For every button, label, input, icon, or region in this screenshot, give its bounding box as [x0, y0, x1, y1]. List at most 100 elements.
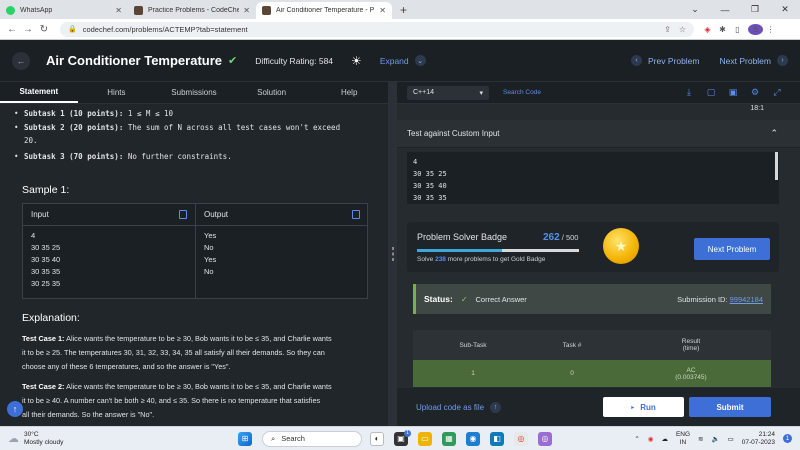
tab-title: Air Conditioner Temperature - P… [276, 7, 376, 14]
theme-toggle-sun-icon[interactable]: ☀ [351, 54, 362, 68]
chevron-right-icon[interactable]: › [777, 55, 788, 66]
custom-input-header[interactable]: Test against Custom Input ⌃ [397, 120, 800, 148]
browser-tab-problem[interactable]: Air Conditioner Temperature - P… ✕ [256, 2, 392, 19]
close-window-icon[interactable]: ✕ [770, 4, 800, 15]
windows-start-icon[interactable]: ⊞ [238, 431, 252, 446]
window-controls: ⌄ — ❐ ✕ [680, 0, 800, 19]
fullscreen-icon[interactable]: ⤢ [766, 87, 788, 98]
minimize-icon[interactable]: — [710, 5, 740, 15]
upload-icon: ↑ [490, 401, 502, 413]
next-problem-link[interactable]: Next Problem [720, 56, 772, 66]
extension-icon[interactable]: ◈ [700, 25, 715, 34]
codechef-icon [262, 6, 271, 15]
back-arrow-icon[interactable]: ← [12, 51, 30, 70]
custom-input-scrollbar[interactable] [775, 152, 778, 180]
cloud-sync-icon[interactable]: ☁ [661, 435, 668, 443]
tab-statement[interactable]: Statement [0, 82, 78, 103]
tab-search-icon[interactable]: ⌄ [680, 4, 710, 15]
chevron-left-icon[interactable]: ‹ [631, 55, 642, 66]
reload-icon[interactable]: ↻ [36, 24, 52, 35]
chrome-profile-icon[interactable]: ◎ [538, 431, 552, 446]
next-problem-button[interactable]: Next Problem [694, 238, 770, 260]
panel-resize-handle[interactable] [388, 82, 397, 426]
problem-title: Air Conditioner Temperature [46, 53, 223, 68]
close-icon[interactable]: ✕ [379, 6, 386, 15]
custom-input-textarea[interactable]: 4 30 35 25 30 35 40 30 35 35 [407, 152, 779, 204]
cloud-icon: ☁ [8, 433, 19, 445]
language-select[interactable]: C++14 ▾ [407, 85, 489, 100]
badge-title: Problem Solver Badge [417, 232, 508, 242]
antivirus-icon[interactable]: ◉ [648, 435, 654, 443]
edge-icon[interactable]: ◉ [466, 431, 480, 446]
sample-output-column: Output Yes No Yes No [196, 204, 368, 298]
new-tab-button[interactable]: + [392, 3, 415, 19]
statement-panel: Subtask 1 (10 points): 1 ≤ M ≤ 10 Subtas… [0, 104, 388, 426]
share-icon[interactable]: ⇪ [664, 25, 671, 34]
taskbar-search[interactable]: ⌕ Search [262, 430, 362, 447]
run-button[interactable]: ▸ Run [603, 397, 684, 417]
tab-hints[interactable]: Hints [78, 82, 156, 103]
browser-tab-practice[interactable]: Practice Problems - CodeChef ✕ [128, 2, 256, 19]
tab-submissions[interactable]: Submissions [155, 82, 233, 103]
submission-id-link[interactable]: 99942184 [730, 295, 763, 304]
cursor-position: 18:1 [750, 105, 764, 112]
puzzle-icon[interactable]: ✱ [715, 25, 730, 34]
store-icon[interactable]: ▦ [442, 431, 456, 446]
search-code-link[interactable]: Search Code [503, 89, 541, 96]
teams-icon[interactable]: ▣ 1 [394, 429, 411, 446]
settings-gear-icon[interactable]: ⚙ [744, 87, 766, 98]
sample-output: Yes No Yes No [204, 231, 217, 276]
download-icon[interactable]: ⤓ [678, 87, 700, 98]
weather-widget[interactable]: ☁ 30°C Mostly cloudy [8, 431, 63, 447]
battery-icon[interactable]: ▭ [728, 435, 734, 443]
chevron-up-icon[interactable]: ⌃ [634, 435, 639, 443]
close-icon[interactable]: ✕ [243, 6, 250, 15]
tab-solution[interactable]: Solution [233, 82, 311, 103]
profile-avatar[interactable]: S [748, 23, 763, 35]
chevron-up-icon[interactable]: ⌃ [770, 128, 778, 139]
input-language[interactable]: ENG IN [676, 431, 690, 447]
expand-button[interactable]: Expand ⌄ [380, 55, 426, 66]
copilot-icon[interactable]: ◐ [370, 431, 384, 446]
save-icon[interactable]: ▣ [722, 87, 744, 98]
file-explorer-icon[interactable]: ▭ [418, 431, 432, 446]
restore-icon[interactable]: ❐ [740, 4, 770, 15]
comment-icon[interactable]: ▢ [700, 87, 722, 98]
editor-actions-bar: Upload code as file ↑ ▸ Run Submit [397, 388, 800, 426]
app-icon[interactable]: ◧ [490, 431, 504, 446]
difficulty-rating: Difficulty Rating: 584 [255, 55, 334, 66]
subtask-3: Subtask 3 (70 points): No further constr… [14, 150, 232, 163]
url-input[interactable]: 🔒 codechef.com/problems/ACTEMP?tab=state… [60, 21, 694, 37]
sample-heading: Sample 1: [22, 184, 70, 196]
statement-tabs: Statement Hints Submissions Solution Hel… [0, 82, 388, 104]
windows-taskbar: ☁ 30°C Mostly cloudy ⊞ ⌕ Search ◐ ▣ 1 ▭ ▦ ◉… [0, 426, 800, 450]
browser-tab-whatsapp[interactable]: WhatsApp ✕ [0, 2, 128, 19]
copy-icon[interactable] [352, 210, 360, 219]
submit-button[interactable]: Submit [689, 397, 771, 417]
results-header: Sub-Task Task # Result (time) [413, 330, 771, 360]
address-bar: ← → ↻ 🔒 codechef.com/problems/ACTEMP?tab… [0, 19, 800, 40]
bookmark-star-icon[interactable]: ☆ [679, 25, 686, 34]
back-icon[interactable]: ← [4, 24, 20, 35]
volume-icon[interactable]: 🔈 [712, 435, 720, 443]
output-header: Output [196, 204, 368, 226]
clock[interactable]: 21:24 07-07-2023 [742, 431, 775, 447]
upload-code-button[interactable]: Upload code as file ↑ [416, 401, 502, 413]
prev-problem-link[interactable]: Prev Problem [648, 56, 700, 66]
close-icon[interactable]: ✕ [115, 6, 122, 15]
subtask-1: Subtask 1 (10 points): 1 ≤ M ≤ 10 [14, 107, 173, 120]
solved-check-icon: ✔ [228, 55, 238, 67]
scroll-to-top-button[interactable]: ↑ [7, 401, 23, 417]
browser-tab-strip: WhatsApp ✕ Practice Problems - CodeChef … [0, 0, 800, 19]
forward-icon[interactable]: → [20, 24, 36, 35]
check-icon: ✓ [460, 294, 468, 304]
menu-dots-icon[interactable]: ⋮ [763, 25, 778, 34]
badge-progress-bar [417, 249, 579, 252]
notification-badge[interactable]: 1 [783, 434, 792, 443]
whatsapp-icon [6, 6, 15, 15]
chrome-icon[interactable]: ◎ [514, 431, 528, 446]
copy-icon[interactable] [179, 210, 187, 219]
sidebar-icon[interactable]: ▯ [730, 25, 745, 34]
wifi-icon[interactable]: ≋ [698, 435, 703, 443]
tab-help[interactable]: Help [310, 82, 388, 103]
